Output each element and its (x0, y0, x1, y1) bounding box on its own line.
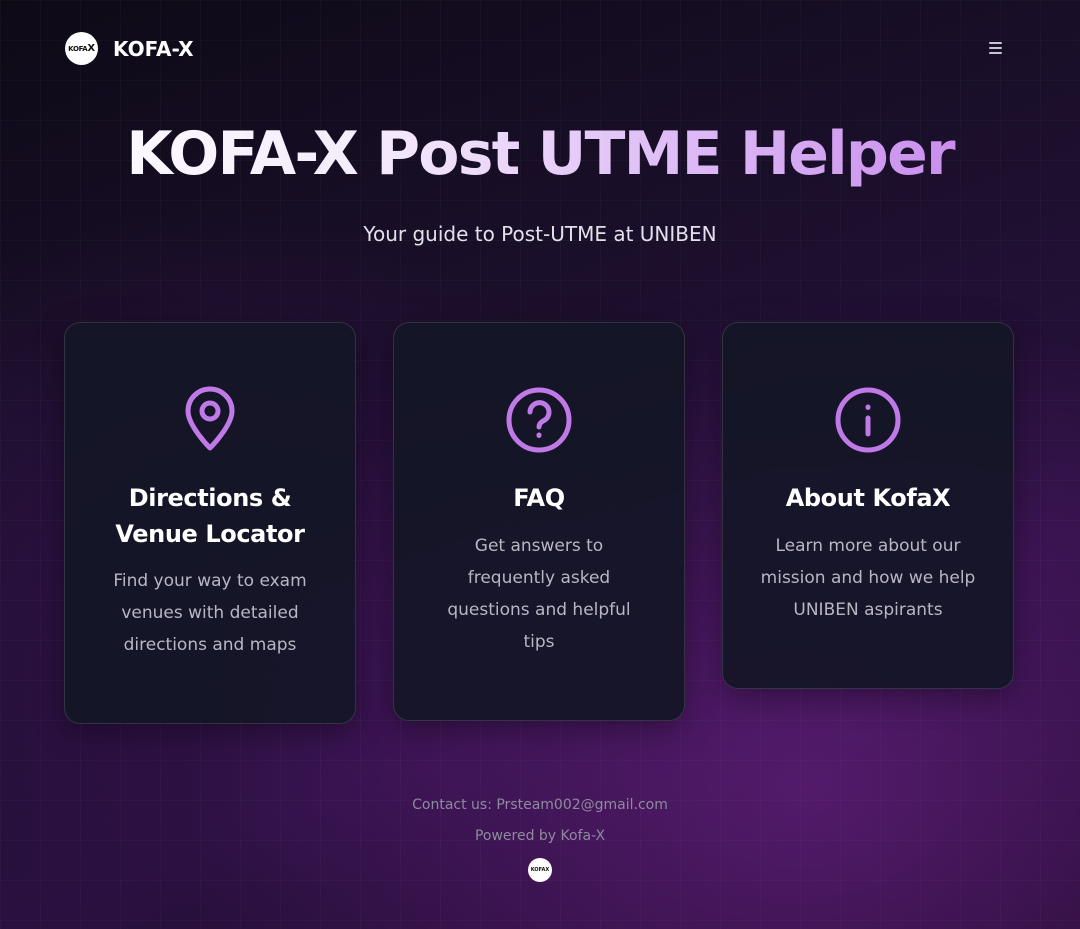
card-title: FAQ (513, 484, 565, 512)
kofax-logo: KOFA X (65, 32, 98, 65)
faq-card[interactable]: FAQ Get answers to frequently asked ques… (393, 322, 685, 721)
about-card[interactable]: About KofaX Learn more about our mission… (722, 322, 1014, 689)
card-description: Find your way to exam venues with detail… (113, 571, 307, 655)
card-title: Directions & Venue Locator (115, 484, 305, 548)
top-navbar: KOFA X KOFA-X (0, 0, 1080, 98)
page-title: KOFA-X Post UTME Helper (0, 118, 1080, 190)
footer-powered-by: Powered by Kofa-X (474, 828, 606, 844)
brand-home-link[interactable]: KOFA X KOFA-X (65, 32, 194, 65)
card-description: Learn more about our mission and how we … (760, 536, 976, 620)
hamburger-menu-icon[interactable] (988, 42, 1004, 56)
info-circle-icon (833, 385, 903, 455)
brand-name: KOFA-X (113, 36, 194, 61)
map-pin-icon (175, 385, 245, 455)
page-subtitle: Your guide to Post-UTME at UNIBEN (363, 222, 717, 246)
directions-card[interactable]: Directions & Venue Locator Find your way… (64, 322, 356, 724)
card-title: About KofaX (785, 484, 951, 512)
footer-contact[interactable]: Contact us: Prsteam002@gmail.com (0, 797, 1080, 813)
footer-logo: KOFAX (528, 858, 552, 882)
card-description: Get answers to frequently asked question… (447, 536, 631, 652)
question-circle-icon (504, 385, 574, 455)
